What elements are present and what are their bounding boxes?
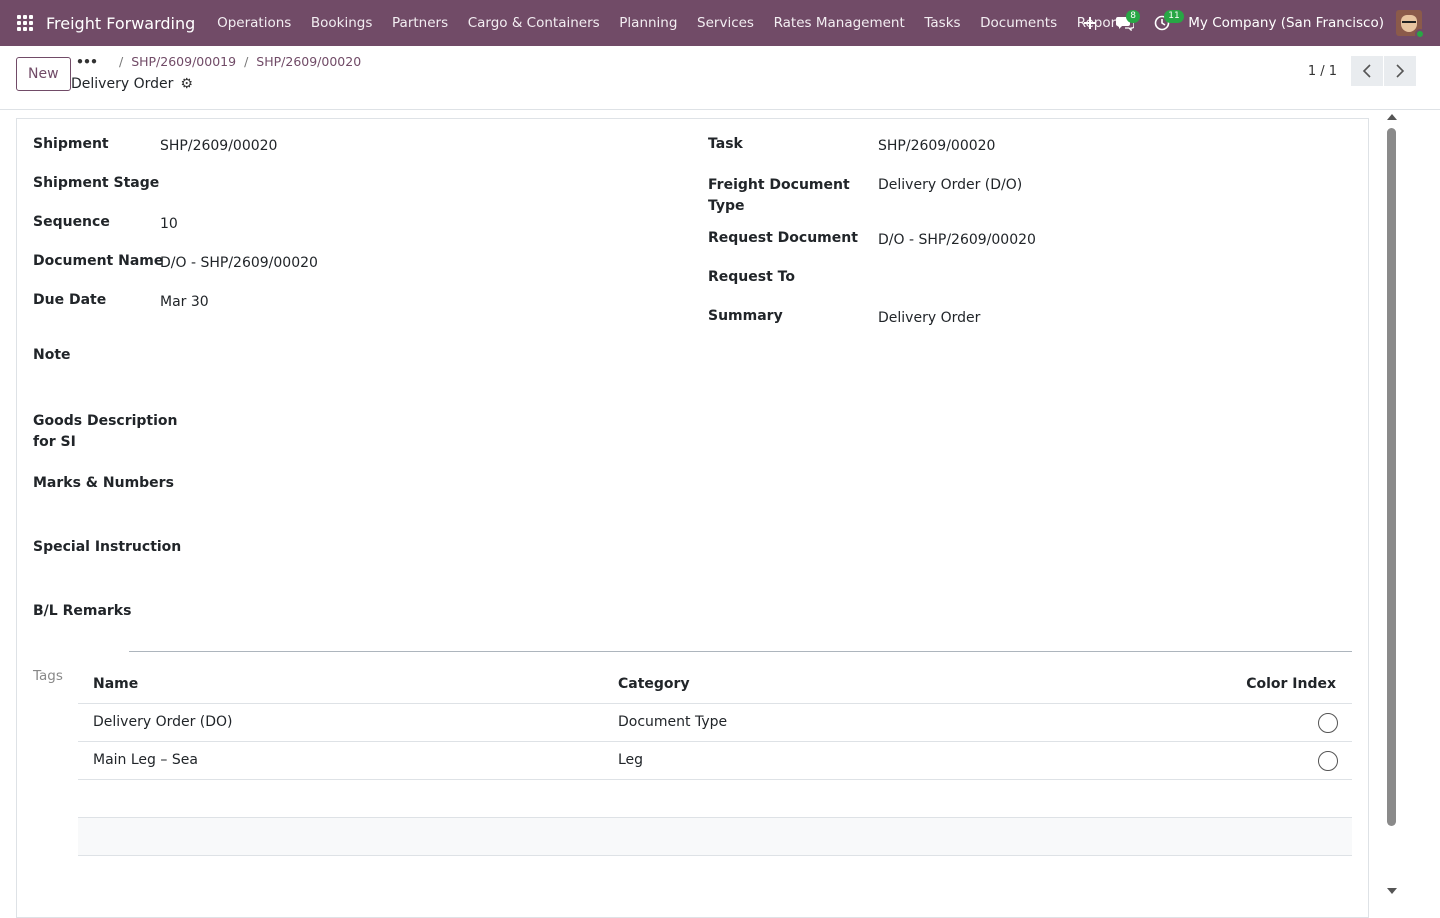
document-name-field[interactable]: D/O - SHP/2609/00020 [160,255,318,271]
goods-description-label: Goods Description for SI [33,413,178,450]
vertical-scrollbar[interactable] [1384,112,1400,900]
apps-menu-icon[interactable] [0,0,50,46]
shipment-field[interactable]: SHP/2609/00020 [160,138,277,154]
menu-item-partners[interactable]: Partners [382,0,458,46]
empty-table-row [78,780,1352,818]
online-status-icon [1415,29,1425,39]
table-row[interactable]: Delivery Order (DO) Document Type [78,704,1352,742]
bl-remarks-field[interactable] [160,605,660,625]
control-panel: New ••• / SHP/2609/00019 / SHP/2609/0002… [0,46,1440,110]
color-index-circle-icon[interactable] [1318,751,1338,771]
breadcrumb-separator: / [118,54,124,69]
breadcrumb-separator: / [244,54,249,69]
company-switcher[interactable]: My Company (San Francisco) [1180,15,1396,31]
record-title-area: Delivery Order ⚙ [71,76,193,92]
marks-numbers-label: Marks & Numbers [33,475,174,491]
chevron-left-icon [1362,64,1371,78]
empty-table-row [78,818,1352,856]
shipment-stage-field[interactable] [160,177,660,197]
goods-description-field[interactable] [190,413,660,433]
page-title: Delivery Order [71,76,174,92]
column-header-name[interactable]: Name [93,676,138,692]
breadcrumb-more-icon[interactable]: ••• [76,54,98,69]
app-name[interactable]: Freight Forwarding [46,14,195,33]
shipment-label: Shipment [33,136,109,152]
breadcrumb: ••• / SHP/2609/00019 / SHP/2609/00020 [76,54,361,69]
activities-clock-icon[interactable]: 11 [1144,0,1184,46]
user-avatar[interactable] [1396,10,1425,39]
tags-divider [129,651,1352,652]
sequence-label: Sequence [33,214,110,230]
special-instruction-field[interactable] [160,541,660,561]
request-document-label: Request Document [708,230,858,246]
tag-name-cell: Main Leg – Sea [93,752,198,768]
tag-category-cell: Document Type [618,714,728,730]
menu-item-bookings[interactable]: Bookings [301,0,382,46]
main-menu: Operations Bookings Partners Cargo & Con… [207,0,1131,46]
scroll-down-arrow-icon[interactable] [1387,888,1397,894]
activities-count-badge: 11 [1164,10,1184,23]
top-navbar: Freight Forwarding Operations Bookings P… [0,0,1440,46]
task-label: Task [708,136,743,152]
freight-document-type-label: Freight Document Type [708,177,850,214]
request-to-field[interactable] [878,271,1348,291]
table-row[interactable]: Main Leg – Sea Leg [78,742,1352,780]
scroll-up-arrow-icon[interactable] [1387,114,1397,120]
quick-create-plus-icon[interactable] [1074,0,1106,46]
column-header-category[interactable]: Category [618,676,690,692]
menu-item-rates-management[interactable]: Rates Management [764,0,915,46]
sequence-field[interactable]: 10 [160,216,178,232]
menu-item-planning[interactable]: Planning [609,0,687,46]
pager-next-button[interactable] [1384,56,1416,86]
tag-category-cell: Leg [618,752,644,768]
messages-count-badge: 8 [1126,10,1141,23]
pager: 1 / 1 [1308,56,1416,86]
color-index-circle-icon[interactable] [1318,713,1338,733]
column-header-color-index[interactable]: Color Index [1246,676,1336,692]
note-label: Note [33,347,71,363]
menu-item-tasks[interactable]: Tasks [915,0,971,46]
gear-icon[interactable]: ⚙ [180,76,193,92]
request-to-label: Request To [708,269,795,285]
marks-numbers-field[interactable] [160,477,660,497]
new-button[interactable]: New [16,57,71,91]
breadcrumb-link-current[interactable]: SHP/2609/00020 [256,54,361,69]
summary-label: Summary [708,308,783,324]
pager-previous-button[interactable] [1351,56,1383,86]
pager-value[interactable]: 1 / 1 [1308,64,1337,79]
bl-remarks-label: B/L Remarks [33,603,132,619]
chevron-right-icon [1396,64,1405,78]
menu-item-documents[interactable]: Documents [970,0,1067,46]
scrollbar-thumb[interactable] [1387,128,1396,826]
tag-name-cell: Delivery Order (DO) [93,714,233,730]
menu-item-cargo-containers[interactable]: Cargo & Containers [458,0,610,46]
due-date-label: Due Date [33,292,107,308]
menu-item-operations[interactable]: Operations [207,0,301,46]
tags-label: Tags [33,668,63,684]
breadcrumb-link-parent[interactable]: SHP/2609/00019 [131,54,236,69]
menu-item-services[interactable]: Services [687,0,764,46]
note-field[interactable] [160,349,660,369]
freight-document-type-field[interactable]: Delivery Order (D/O) [878,177,1022,193]
due-date-field[interactable]: Mar 30 [160,294,209,310]
messages-icon[interactable]: 8 [1106,0,1144,46]
shipment-stage-label: Shipment Stage [33,175,160,191]
summary-field[interactable]: Delivery Order [878,310,980,326]
document-name-label: Document Name [33,253,164,269]
request-document-field[interactable]: D/O - SHP/2609/00020 [878,232,1036,248]
task-field[interactable]: SHP/2609/00020 [878,138,995,154]
